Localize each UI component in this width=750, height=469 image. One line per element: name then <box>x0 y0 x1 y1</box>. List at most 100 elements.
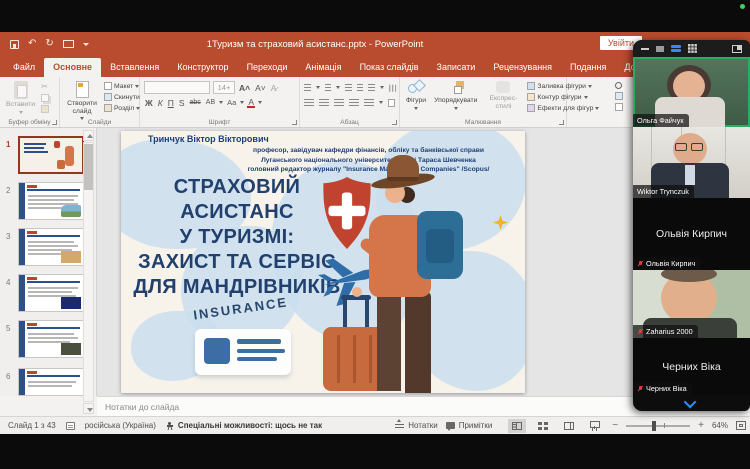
character-spacing-button[interactable]: АВ <box>205 99 216 106</box>
smartart-icon[interactable] <box>388 99 395 107</box>
underline-button[interactable]: П <box>167 98 175 108</box>
reading-view-button[interactable] <box>560 419 578 433</box>
thumb-number: 6 <box>6 372 16 381</box>
font-size-box[interactable]: 14+ <box>213 81 235 94</box>
thumb-number: 1 <box>6 140 16 149</box>
decrease-indent-icon[interactable] <box>345 84 352 92</box>
participant-name-center: Черних Віка <box>633 361 750 373</box>
font-color-button[interactable]: А <box>247 98 255 108</box>
bullets-icon[interactable] <box>304 84 311 92</box>
notes-toggle[interactable]: Нотатки <box>395 421 438 430</box>
participant-tile[interactable]: Черних Віка Черних Віка <box>633 338 750 395</box>
bold-button[interactable]: Ж <box>144 98 154 108</box>
slide-canvas[interactable]: Тринчук Віктор Вікторович професор, заві… <box>121 131 525 393</box>
tab-record[interactable]: Записати <box>428 58 485 77</box>
columns-icon[interactable] <box>364 99 374 107</box>
arrange-button[interactable]: Упорядкувати <box>432 80 479 115</box>
line-spacing-icon[interactable] <box>368 84 375 92</box>
change-case-button[interactable]: Aa <box>226 98 237 107</box>
paste-button[interactable]: Вставити <box>4 80 37 115</box>
format-painter-icon[interactable] <box>41 105 49 113</box>
proofing-icon[interactable] <box>66 422 75 430</box>
gallery-view-icon[interactable] <box>688 44 697 53</box>
italic-button[interactable]: К <box>157 98 164 108</box>
shrink-font-icon[interactable]: A˅ <box>254 83 267 93</box>
participant-tile[interactable]: Ольга Файчук <box>633 57 750 127</box>
normal-view-button[interactable] <box>508 419 526 433</box>
fit-to-window-icon[interactable] <box>736 421 746 430</box>
section-button[interactable]: Розділ <box>104 104 140 112</box>
new-slide-button[interactable]: Створити слайд <box>64 80 100 121</box>
strikethrough-button[interactable]: abc <box>188 99 201 106</box>
numbering-icon[interactable] <box>325 84 332 92</box>
text-direction-icon[interactable] <box>388 84 396 91</box>
text-shadow-button[interactable]: S <box>178 98 186 108</box>
mic-muted-icon <box>637 329 643 335</box>
slide-thumbnail-5[interactable] <box>18 320 84 358</box>
cut-icon[interactable]: ✂ <box>41 82 49 91</box>
small-view-icon[interactable] <box>656 46 664 52</box>
zoom-slider-thumb[interactable] <box>652 421 656 431</box>
increase-indent-icon[interactable] <box>357 84 364 92</box>
thumbnail-pane: 1 2 3 <box>0 128 97 396</box>
slide-title: СТРАХОВИЙ АСИСТАНС У ТУРИЗМІ: ЗАХИСТ ТА … <box>129 175 345 300</box>
slide-thumbnail-4[interactable] <box>18 274 84 312</box>
layout-button[interactable]: Макет <box>104 82 140 90</box>
minimize-video-icon[interactable] <box>641 48 649 50</box>
clipboard-dialog-launcher[interactable] <box>52 120 57 125</box>
zoom-slider[interactable] <box>626 425 690 427</box>
strip-view-icon[interactable] <box>671 45 681 53</box>
tab-animations[interactable]: Анімація <box>296 58 350 77</box>
participant-tile[interactable]: Wiktor Trynczuk <box>633 127 750 198</box>
align-left-icon[interactable] <box>304 99 314 107</box>
tab-file[interactable]: Файл <box>4 58 44 77</box>
insurance-card-graphic <box>195 329 291 375</box>
paragraph-dialog-launcher[interactable] <box>392 120 397 125</box>
slide-counter: Слайд 1 з 43 <box>8 421 56 430</box>
slide-thumbnail-3[interactable] <box>18 228 84 266</box>
group-font: 14+ A˄ A˅ A̷ Ж К П S abc АВ Aa А Шрифт <box>140 77 300 127</box>
slide-thumbnail-1[interactable] <box>18 136 84 174</box>
participant-tile[interactable]: Zaharius 2000 <box>633 270 750 338</box>
speaker-view-icon[interactable] <box>732 45 742 53</box>
grow-font-icon[interactable]: A˄ <box>238 83 251 93</box>
slide-sorter-view-button[interactable] <box>534 419 552 433</box>
align-center-icon[interactable] <box>319 99 329 107</box>
shapes-button[interactable]: Фігури <box>404 80 428 115</box>
tab-review[interactable]: Рецензування <box>484 58 561 77</box>
font-name-box[interactable] <box>144 81 210 94</box>
accessibility-checker[interactable]: Спеціальні можливості: щось не так <box>166 421 322 430</box>
scroll-down-icon[interactable] <box>83 403 94 414</box>
tab-transitions[interactable]: Переходи <box>238 58 297 77</box>
scrollbar-thumb[interactable] <box>84 144 93 190</box>
comments-toggle[interactable]: Примітки <box>446 421 493 430</box>
participant-tile[interactable]: Ольвія Кирпич Ольвія Кирпич <box>633 198 750 270</box>
reset-button[interactable]: Скинути <box>104 93 140 101</box>
screen: ↶ ↻ 1Туризм та страховий асистанс.pptx -… <box>0 0 750 469</box>
drawing-dialog-launcher[interactable] <box>559 120 564 125</box>
tab-slideshow[interactable]: Показ слайдів <box>351 58 428 77</box>
zoom-level[interactable]: 64% <box>712 421 728 430</box>
tab-view[interactable]: Подання <box>561 58 615 77</box>
slide-thumbnail-6[interactable] <box>18 368 84 396</box>
zoom-in-button[interactable]: + <box>698 420 704 431</box>
clear-format-icon[interactable]: A̷ <box>270 83 278 93</box>
zoom-out-button[interactable]: − <box>612 420 618 431</box>
quick-styles-icon <box>496 81 510 93</box>
tab-insert[interactable]: Вставлення <box>101 58 168 77</box>
slideshow-view-button[interactable] <box>586 419 604 433</box>
language-indicator[interactable]: російська (Україна) <box>85 421 156 430</box>
collapse-panel-button[interactable] <box>633 395 750 411</box>
arrange-icon <box>449 81 463 95</box>
quick-styles-button[interactable]: Експрес-стилі <box>483 80 523 115</box>
scroll-up-icon[interactable] <box>83 130 94 141</box>
justify-icon[interactable] <box>349 99 359 107</box>
align-right-icon[interactable] <box>334 99 344 107</box>
tab-home[interactable]: Основне <box>44 58 101 77</box>
font-dialog-launcher[interactable] <box>292 120 297 125</box>
copy-icon[interactable] <box>41 94 49 102</box>
thumbnail-scrollbar[interactable] <box>83 130 94 414</box>
window-title: 1Туризм та страховий асистанс.pptx - Pow… <box>0 32 630 56</box>
slide-thumbnail-2[interactable] <box>18 182 84 220</box>
tab-design[interactable]: Конструктор <box>168 58 237 77</box>
